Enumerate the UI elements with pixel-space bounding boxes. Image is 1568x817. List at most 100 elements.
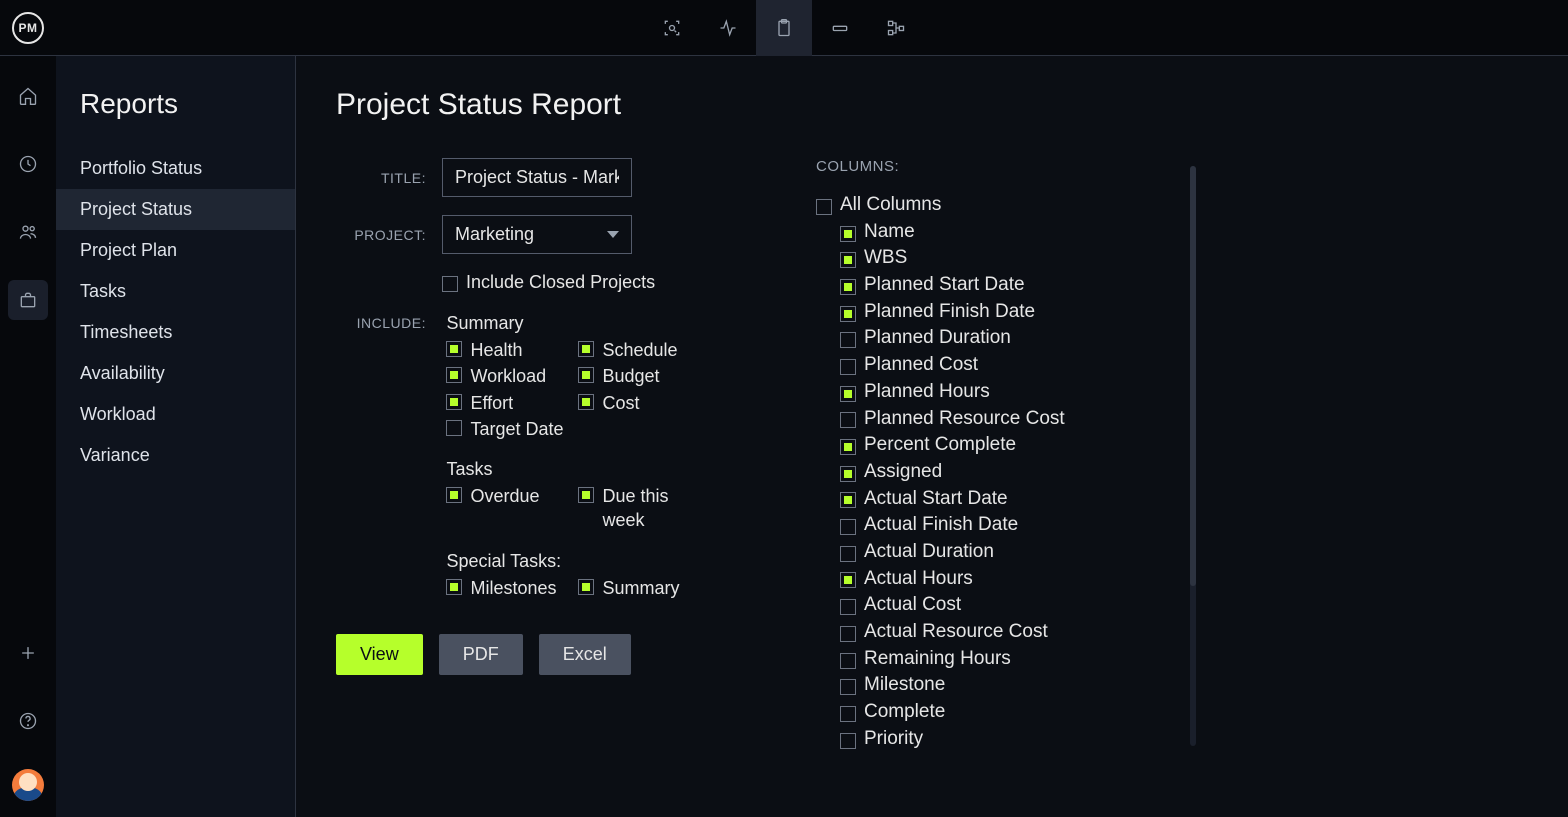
column-label: Planned Cost: [864, 353, 978, 378]
include-summary-label: Effort: [470, 391, 513, 415]
column-checkbox-priority[interactable]: [840, 733, 856, 749]
project-select[interactable]: Marketing: [442, 215, 632, 254]
sidebar-item-timesheets[interactable]: Timesheets: [56, 312, 295, 353]
column-checkbox-actual-duration[interactable]: [840, 546, 856, 562]
logo[interactable]: PM: [0, 0, 56, 56]
briefcase-icon[interactable]: [8, 280, 48, 320]
include-summary-checkbox-cost[interactable]: [578, 394, 594, 410]
column-complete: Complete: [816, 700, 1156, 725]
column-planned-start-date: Planned Start Date: [816, 273, 1156, 298]
hierarchy-icon[interactable]: [868, 0, 924, 56]
column-checkbox-percent-complete[interactable]: [840, 439, 856, 455]
column-checkbox-remaining-hours[interactable]: [840, 653, 856, 669]
column-actual-finish-date: Actual Finish Date: [816, 513, 1156, 538]
clipboard-icon[interactable]: [756, 0, 812, 56]
column-checkbox-actual-resource-cost[interactable]: [840, 626, 856, 642]
include-summary-checkbox-effort[interactable]: [446, 394, 462, 410]
column-checkbox-planned-finish-date[interactable]: [840, 306, 856, 322]
sidebar-item-project-status[interactable]: Project Status: [56, 189, 295, 230]
column-checkbox-planned-start-date[interactable]: [840, 279, 856, 295]
column-milestone: Milestone: [816, 673, 1156, 698]
include-summary-checkbox-target-date[interactable]: [446, 420, 462, 436]
columns-scrollbar[interactable]: [1190, 166, 1196, 746]
column-label: Remaining Hours: [864, 647, 1011, 672]
column-checkbox-actual-finish-date[interactable]: [840, 519, 856, 535]
include-summary-checkbox-health[interactable]: [446, 341, 462, 357]
column-remaining-hours: Remaining Hours: [816, 647, 1156, 672]
sidebar-item-project-plan[interactable]: Project Plan: [56, 230, 295, 271]
title-input[interactable]: [442, 158, 632, 197]
column-checkbox-name[interactable]: [840, 226, 856, 242]
column-checkbox-planned-resource-cost[interactable]: [840, 412, 856, 428]
sidebar-item-variance[interactable]: Variance: [56, 435, 295, 476]
column-checkbox-complete[interactable]: [840, 706, 856, 722]
column-label: Actual Resource Cost: [864, 620, 1048, 645]
column-label: Actual Finish Date: [864, 513, 1018, 538]
include-summary-label: Workload: [470, 364, 546, 388]
column-label: Planned Duration: [864, 326, 1011, 351]
column-checkbox-planned-duration[interactable]: [840, 332, 856, 348]
add-icon[interactable]: [8, 633, 48, 673]
column-label: Priority: [864, 727, 923, 752]
avatar[interactable]: [12, 769, 44, 801]
sidebar-item-portfolio-status[interactable]: Portfolio Status: [56, 148, 295, 189]
include-tasks-checkbox-overdue[interactable]: [446, 487, 462, 503]
sidebar-item-workload[interactable]: Workload: [56, 394, 295, 435]
scrollbar-thumb[interactable]: [1190, 166, 1196, 586]
include-summary-checkbox-budget[interactable]: [578, 367, 594, 383]
sidebar-title: Reports: [56, 88, 295, 148]
tag-icon[interactable]: [812, 0, 868, 56]
pdf-button[interactable]: PDF: [439, 634, 523, 675]
help-icon[interactable]: [8, 701, 48, 741]
column-checkbox-actual-cost[interactable]: [840, 599, 856, 615]
column-checkbox-actual-start-date[interactable]: [840, 492, 856, 508]
include-tasks-overdue: Overdue: [446, 484, 574, 533]
column-planned-duration: Planned Duration: [816, 326, 1156, 351]
home-icon[interactable]: [8, 76, 48, 116]
reports-sidebar: Reports Portfolio StatusProject StatusPr…: [56, 56, 296, 817]
activity-icon[interactable]: [700, 0, 756, 56]
include-summary-health: Health: [446, 338, 574, 362]
column-all-checkbox[interactable]: [816, 199, 832, 215]
include-summary-label: Schedule: [602, 338, 677, 362]
column-label: Percent Complete: [864, 433, 1016, 458]
column-checkbox-planned-hours[interactable]: [840, 386, 856, 402]
sidebar-item-tasks[interactable]: Tasks: [56, 271, 295, 312]
include-summary-effort: Effort: [446, 391, 574, 415]
column-checkbox-planned-cost[interactable]: [840, 359, 856, 375]
sidebar-item-availability[interactable]: Availability: [56, 353, 295, 394]
include-summary-label: Target Date: [470, 417, 563, 441]
view-button[interactable]: View: [336, 634, 423, 675]
scan-icon[interactable]: [644, 0, 700, 56]
column-wbs: WBS: [816, 246, 1156, 271]
column-label: Actual Start Date: [864, 487, 1008, 512]
include-summary-checkbox-schedule[interactable]: [578, 341, 594, 357]
include-tasks-checkbox-due-this-week[interactable]: [578, 487, 594, 503]
include-summary-heading: Summary: [446, 313, 706, 334]
column-checkbox-assigned[interactable]: [840, 466, 856, 482]
include-special-milestones: Milestones: [446, 576, 574, 600]
project-selected-value: Marketing: [455, 224, 534, 245]
include-closed-checkbox[interactable]: [442, 276, 458, 292]
columns-label: COLUMNS:: [816, 158, 1156, 175]
include-special-label: Summary: [602, 576, 679, 600]
clock-icon[interactable]: [8, 144, 48, 184]
include-special-checkbox-milestones[interactable]: [446, 579, 462, 595]
excel-button[interactable]: Excel: [539, 634, 631, 675]
top-bar: PM: [0, 0, 1568, 56]
column-checkbox-milestone[interactable]: [840, 679, 856, 695]
include-summary-cost: Cost: [578, 391, 706, 415]
nav-rail: [0, 56, 56, 817]
chevron-down-icon: [607, 231, 619, 238]
include-special-checkbox-summary[interactable]: [578, 579, 594, 595]
column-label: Planned Hours: [864, 380, 990, 405]
column-label: Actual Duration: [864, 540, 994, 565]
column-checkbox-wbs[interactable]: [840, 252, 856, 268]
include-tasks-due-this-week: Due this week: [578, 484, 706, 533]
column-label: Milestone: [864, 673, 945, 698]
include-summary-checkbox-workload[interactable]: [446, 367, 462, 383]
column-checkbox-actual-hours[interactable]: [840, 572, 856, 588]
column-label: Planned Resource Cost: [864, 407, 1065, 432]
column-planned-finish-date: Planned Finish Date: [816, 300, 1156, 325]
users-icon[interactable]: [8, 212, 48, 252]
